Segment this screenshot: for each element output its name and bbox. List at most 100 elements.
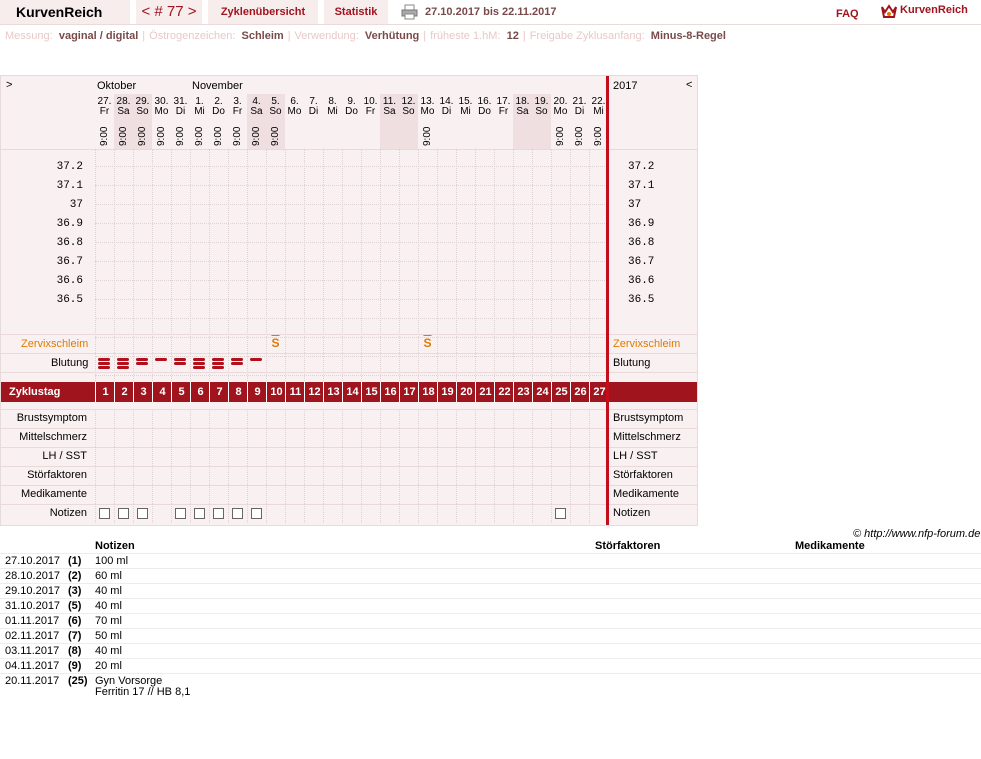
day-header[interactable]: 7. Di bbox=[304, 97, 323, 117]
note-icon[interactable] bbox=[137, 508, 148, 519]
cycle-day-number: 11 bbox=[285, 382, 305, 402]
credit-link[interactable]: © http://www.nfp-forum.de bbox=[853, 528, 980, 540]
day-header[interactable]: 3. Fr bbox=[228, 97, 247, 117]
row-divider bbox=[1, 504, 697, 505]
day-header[interactable]: 10. Fr bbox=[361, 97, 380, 117]
day-weekday: Mi bbox=[460, 106, 471, 117]
cervix-label-right: Zervixschleim bbox=[613, 338, 681, 350]
printer-icon[interactable] bbox=[401, 4, 418, 20]
day-header[interactable]: 8. Mi bbox=[323, 97, 342, 117]
table-row: 02.11.2017 (7) 50 ml bbox=[0, 628, 981, 644]
table-row: 27.10.2017 (1) 100 ml bbox=[0, 553, 981, 569]
grid-vline bbox=[133, 447, 134, 466]
grid-vline bbox=[190, 466, 191, 485]
cycle-day-number: 2 bbox=[114, 382, 134, 402]
note-icon[interactable] bbox=[99, 508, 110, 519]
day-weekday: Sa bbox=[383, 106, 396, 117]
cycle-day-number: 20 bbox=[456, 382, 476, 402]
day-header[interactable]: 2. Do bbox=[209, 97, 228, 117]
grid-vline bbox=[152, 504, 153, 523]
cycle-day-label: Zyklustag bbox=[9, 386, 61, 398]
table-row: 03.11.2017 (8) 40 ml bbox=[0, 643, 981, 659]
day-header[interactable]: 1. Mi bbox=[190, 97, 209, 117]
grid-vline bbox=[475, 428, 476, 447]
cycle-overview-button[interactable]: Zyklenübersicht bbox=[208, 0, 318, 24]
table-row: 01.11.2017 (6) 70 ml bbox=[0, 613, 981, 629]
grid-vline bbox=[152, 409, 153, 428]
note-date: 29.10.2017 bbox=[5, 585, 61, 597]
grid-hline bbox=[95, 356, 607, 357]
day-weekday: Di bbox=[308, 106, 319, 117]
day-header[interactable]: 18. Sa bbox=[513, 97, 532, 117]
note-icon[interactable] bbox=[232, 508, 243, 519]
day-weekday: Fr bbox=[232, 106, 243, 117]
grid-vline bbox=[532, 485, 533, 504]
crown-heart-icon bbox=[881, 4, 897, 18]
day-header[interactable]: 6. Mo bbox=[285, 97, 304, 117]
grid-vline bbox=[247, 485, 248, 504]
day-header[interactable]: 14. Di bbox=[437, 97, 456, 117]
faq-link[interactable]: FAQ bbox=[836, 4, 859, 24]
day-header[interactable]: 12. So bbox=[399, 97, 418, 117]
row-divider bbox=[1, 353, 697, 354]
grid-vline bbox=[247, 447, 248, 466]
day-header[interactable]: 30. Mo bbox=[152, 97, 171, 117]
grid-vline bbox=[399, 428, 400, 447]
grid-vline bbox=[513, 428, 514, 447]
statistics-button[interactable]: Statistik bbox=[324, 0, 388, 24]
app-brand[interactable]: KurvenReich bbox=[0, 0, 130, 24]
day-header[interactable]: 19. So bbox=[532, 97, 551, 117]
note-icon[interactable] bbox=[555, 508, 566, 519]
day-header[interactable]: 29. So bbox=[133, 97, 152, 117]
cycle-day-number: 5 bbox=[171, 382, 191, 402]
cycle-day-number: 7 bbox=[209, 382, 229, 402]
day-header[interactable]: 21. Di bbox=[570, 97, 589, 117]
grid-vline bbox=[551, 409, 552, 428]
nav-next-arrow[interactable]: < bbox=[686, 78, 692, 92]
grid-vline bbox=[228, 447, 229, 466]
note-text: 20 ml bbox=[95, 660, 122, 672]
row-divider bbox=[1, 485, 697, 486]
note-icon[interactable] bbox=[118, 508, 129, 519]
note-icon[interactable] bbox=[194, 508, 205, 519]
grid-vline bbox=[190, 504, 191, 523]
day-header[interactable]: 9. Do bbox=[342, 97, 361, 117]
note-icon[interactable] bbox=[213, 508, 224, 519]
note-icon[interactable] bbox=[251, 508, 262, 519]
grid-vline bbox=[361, 149, 362, 381]
temp-label-right: 37.2 bbox=[628, 161, 655, 173]
grid-vline bbox=[551, 428, 552, 447]
bleeding-label-left: Blutung bbox=[51, 357, 89, 369]
day-header[interactable]: 15. Mi bbox=[456, 97, 475, 117]
cycle-nav-button[interactable]: < # 77 > bbox=[136, 0, 202, 24]
grid-vline bbox=[532, 504, 533, 523]
grid-vline bbox=[171, 485, 172, 504]
bleeding-mark bbox=[117, 362, 129, 365]
day-header[interactable]: 11. Sa bbox=[380, 97, 399, 117]
cycle-day-number: 16 bbox=[380, 382, 400, 402]
day-header[interactable]: 20. Mo bbox=[551, 97, 570, 117]
grid-vline bbox=[247, 504, 248, 523]
grid-vline bbox=[456, 485, 457, 504]
grid-vline bbox=[342, 504, 343, 523]
grid-vline bbox=[266, 485, 267, 504]
day-header[interactable]: 27. Fr bbox=[95, 97, 114, 117]
bleeding-mark bbox=[212, 358, 224, 361]
grid-hline bbox=[95, 204, 607, 205]
day-header[interactable]: 28. Sa bbox=[114, 97, 133, 117]
nav-prev-arrow[interactable]: > bbox=[6, 78, 12, 92]
day-header[interactable]: 31. Di bbox=[171, 97, 190, 117]
day-header[interactable]: 5. So bbox=[266, 97, 285, 117]
row-divider bbox=[1, 466, 697, 467]
note-icon[interactable] bbox=[175, 508, 186, 519]
symptom-label-left: Notizen bbox=[49, 507, 87, 519]
day-header[interactable]: 17. Fr bbox=[494, 97, 513, 117]
note-cycle-day: (25) bbox=[68, 675, 88, 687]
note-text: 50 ml bbox=[95, 630, 122, 642]
grid-vline bbox=[456, 447, 457, 466]
bleeding-mark bbox=[98, 358, 110, 361]
day-header[interactable]: 4. Sa bbox=[247, 97, 266, 117]
day-header[interactable]: 13. Mo bbox=[418, 97, 437, 117]
day-header[interactable]: 16. Do bbox=[475, 97, 494, 117]
table-row: 04.11.2017 (9) 20 ml bbox=[0, 658, 981, 674]
